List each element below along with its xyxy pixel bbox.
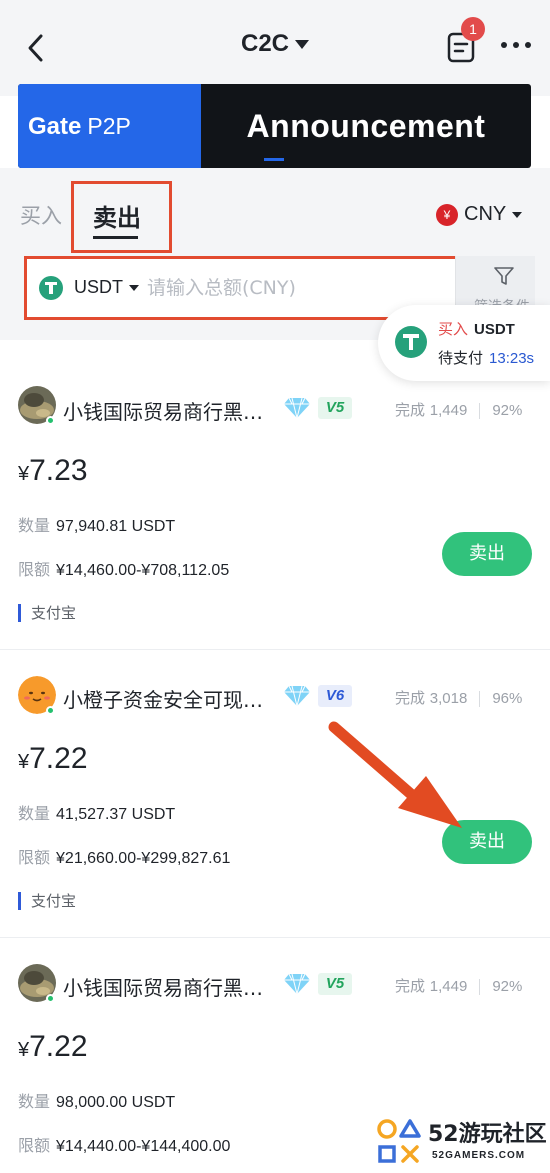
site-watermark: 52游玩社区 52GAMERS.COM <box>372 1110 550 1173</box>
asset-code: USDT <box>74 276 124 297</box>
limit-row: 限额 ¥14,440.00-¥144,400.00 <box>18 1132 230 1156</box>
chevron-down-icon <box>129 285 140 291</box>
notification-badge: 1 <box>461 17 485 41</box>
asset-selector[interactable]: USDT <box>39 276 140 300</box>
price-value: 7.23 <box>29 454 88 487</box>
amount-input[interactable] <box>147 271 447 305</box>
tab-sell[interactable]: 卖出 <box>93 198 141 233</box>
merchant-name[interactable]: 小钱国际贸易商行黑… <box>63 396 263 425</box>
completed-label: 完成 <box>395 977 426 995</box>
quantity-row: 数量 97,940.81 USDT <box>18 512 175 536</box>
merchant-name[interactable]: 小钱国际贸易商行黑… <box>63 972 263 1001</box>
yuan-icon: ¥ <box>436 203 458 226</box>
brand-logo-text: Gate <box>28 113 82 140</box>
limit-row: 限额 ¥21,660.00-¥299,827.61 <box>18 844 230 868</box>
merchant-stats: 完成 1,449 92% <box>395 399 522 420</box>
brand-suffix: P2P <box>87 113 131 139</box>
payment-method: 支付宝 <box>18 604 76 622</box>
filter-funnel-icon <box>494 267 514 285</box>
price-currency-symbol: ¥ <box>18 751 30 773</box>
completion-rate: 92% <box>492 978 523 995</box>
quantity-label: 数量 <box>18 804 51 823</box>
pending-order-title: 买入 USDT <box>438 318 515 339</box>
price-currency-symbol: ¥ <box>18 463 30 485</box>
chevron-down-icon <box>295 40 309 50</box>
list-item: 小橙子资金安全可现… V6 完成 3,018 96% ¥7.22 数量 41,527… <box>0 650 550 938</box>
online-status-dot <box>46 994 55 1003</box>
quantity-value: 41,527.37 USDT <box>56 806 176 823</box>
merchant-level-badge: V5 <box>318 397 352 419</box>
completed-count: 1,449 <box>429 402 468 419</box>
sell-button[interactable]: 卖出 <box>442 532 532 576</box>
price-currency-symbol: ¥ <box>18 1039 30 1061</box>
quantity-label: 数量 <box>18 516 51 535</box>
diamond-icon <box>284 685 310 707</box>
merchant-level-badge: V6 <box>318 685 352 707</box>
sell-button[interactable]: 卖出 <box>442 820 532 864</box>
currency-code: CNY <box>464 203 507 225</box>
tether-icon <box>39 276 63 300</box>
payment-method: 支付宝 <box>18 892 76 910</box>
gamepad-symbols-logo <box>377 1119 421 1163</box>
quantity-label: 数量 <box>18 1092 51 1111</box>
limit-label: 限额 <box>18 848 51 867</box>
price: ¥7.22 <box>18 1030 88 1064</box>
announcement-banner[interactable]: Gate P2P Announcement <box>18 84 531 168</box>
limit-label: 限额 <box>18 1136 51 1155</box>
watermark-title: 52游玩社区 <box>428 1122 547 1147</box>
banner-headline: Announcement <box>246 108 486 144</box>
price: ¥7.23 <box>18 454 88 488</box>
merchant-name[interactable]: 小橙子资金安全可现… <box>63 684 263 713</box>
limit-value: ¥14,460.00-¥708,112.05 <box>56 562 230 579</box>
completed-label: 完成 <box>395 401 426 419</box>
completion-rate: 92% <box>492 402 523 419</box>
stats-divider <box>479 690 481 707</box>
completion-rate: 96% <box>492 690 523 707</box>
limit-value: ¥14,440.00-¥144,400.00 <box>56 1138 231 1155</box>
currency-selector[interactable]: ¥ CNY <box>436 203 523 229</box>
limit-label: 限额 <box>18 560 51 579</box>
online-status-dot <box>46 706 55 715</box>
merchant-stats: 完成 3,018 96% <box>395 687 522 708</box>
banner-pager-indicator <box>264 158 284 161</box>
online-status-dot <box>46 416 55 425</box>
pending-order-asset: USDT <box>474 321 515 338</box>
price-value: 7.22 <box>29 742 88 775</box>
active-tab-indicator <box>93 236 138 239</box>
quantity-row: 数量 41,527.37 USDT <box>18 800 175 824</box>
quantity-value: 97,940.81 USDT <box>56 518 176 535</box>
tab-buy[interactable]: 买入 <box>20 200 62 230</box>
completed-count: 1,449 <box>429 978 468 995</box>
stats-divider <box>479 978 481 995</box>
limit-value: ¥21,660.00-¥299,827.61 <box>56 850 231 867</box>
merchant-stats: 完成 1,449 92% <box>395 975 522 996</box>
list-item: 小钱国际贸易商行黑… V5 完成 1,449 92% ¥7.23 数量 97,940… <box>0 340 550 650</box>
completed-label: 完成 <box>395 689 426 707</box>
stats-divider <box>479 402 481 419</box>
page-title-text: C2C <box>240 30 289 57</box>
quantity-row: 数量 98,000.00 USDT <box>18 1088 175 1112</box>
chevron-down-icon <box>512 211 523 218</box>
more-options-icon[interactable] <box>501 40 531 50</box>
quantity-value: 98,000.00 USDT <box>56 1094 176 1111</box>
price-value: 7.22 <box>29 1030 88 1063</box>
watermark-url: 52GAMERS.COM <box>432 1150 526 1161</box>
banner-brand: Gate P2P <box>18 84 201 168</box>
merchant-level-badge: V5 <box>318 973 352 995</box>
limit-row: 限额 ¥14,460.00-¥708,112.05 <box>18 556 229 580</box>
diamond-icon <box>284 397 310 419</box>
price: ¥7.22 <box>18 742 88 776</box>
completed-count: 3,018 <box>429 690 468 707</box>
pending-order-side: 买入 <box>438 320 469 338</box>
diamond-icon <box>284 973 310 995</box>
